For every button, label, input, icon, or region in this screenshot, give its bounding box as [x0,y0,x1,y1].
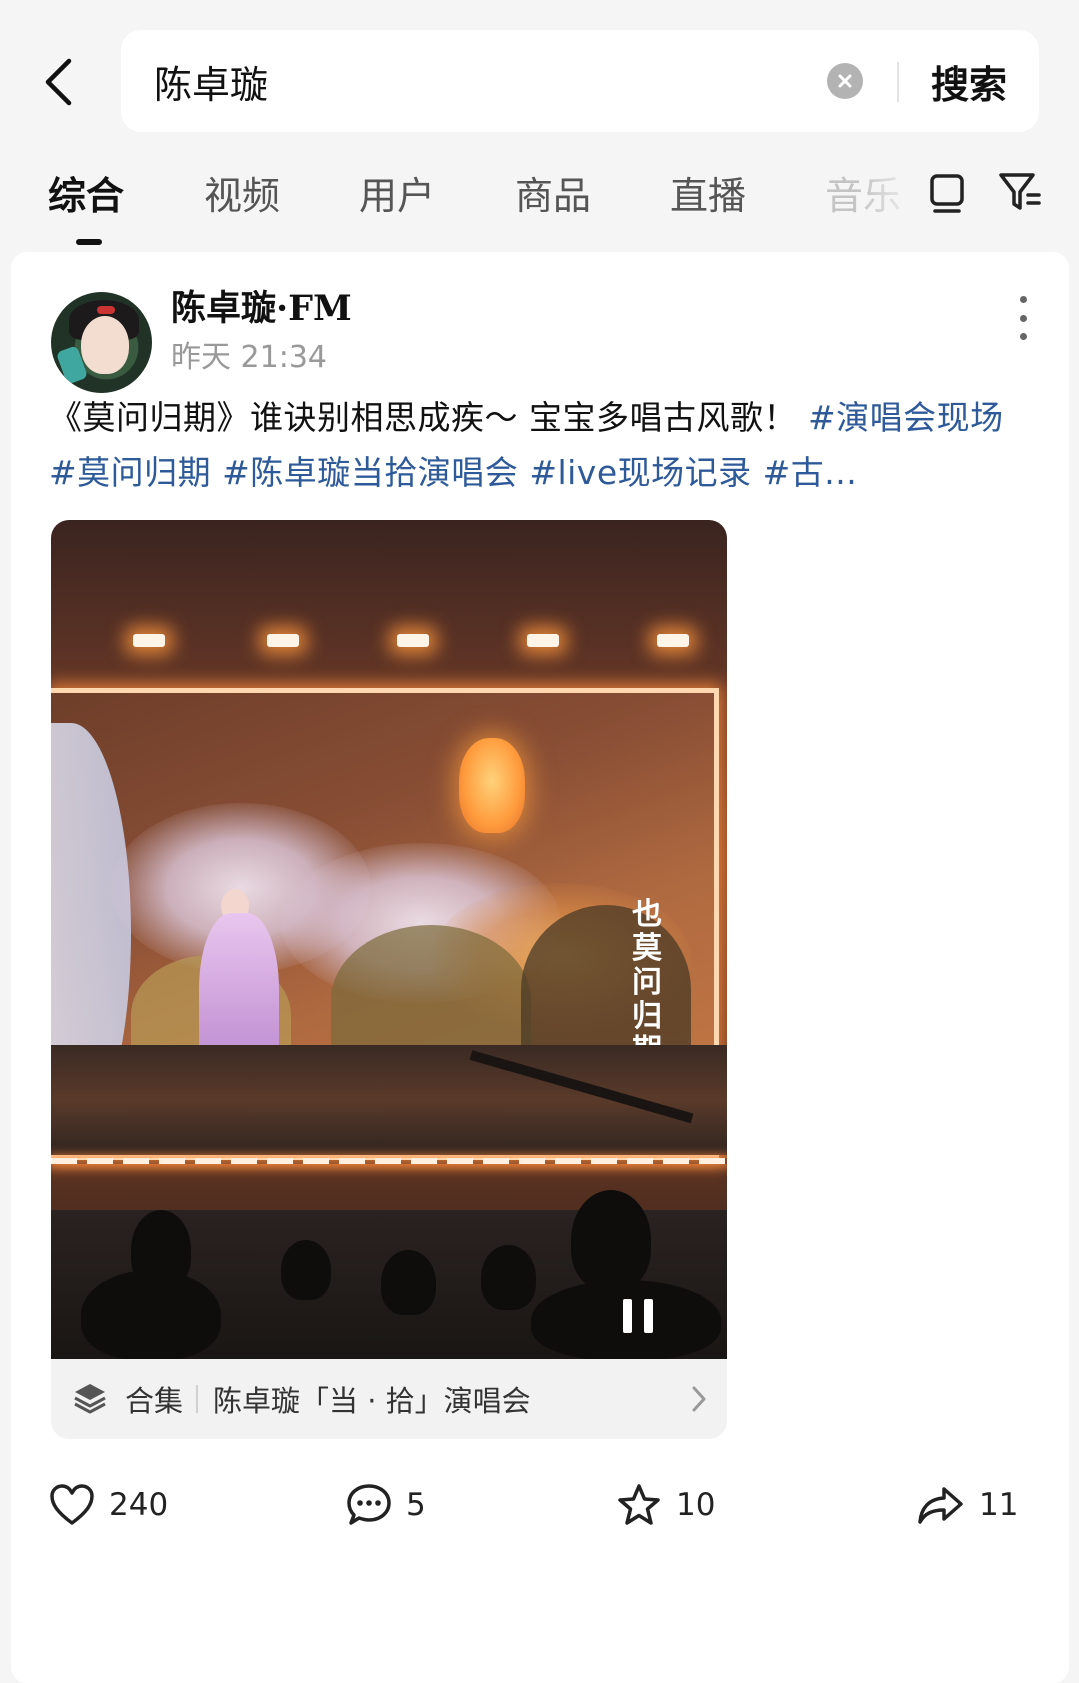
post-caption[interactable]: 《莫问归期》谁诀别相思成疾～ 宝宝多唱古风歌！ #演唱会现场 #莫问归期 #陈卓… [49,390,1029,500]
share-icon [918,1487,963,1524]
search-divider [897,62,899,102]
search-input[interactable]: 陈卓璇 [154,54,268,109]
stack-layers-icon [74,1384,106,1414]
filter-button[interactable] [998,170,1042,218]
tab-comprehensive[interactable]: 综合 [48,165,124,220]
hashtag-song[interactable]: #莫问归期 [49,453,211,492]
audience-head [281,1240,331,1300]
heart-icon [50,1484,94,1525]
stage-light-strip [51,1158,727,1164]
stage-light [397,634,429,647]
search-button[interactable]: 搜索 [931,54,1007,109]
chevron-left-icon [45,58,72,106]
hashtag-concert-live[interactable]: #演唱会现场 [808,398,1004,437]
stage-light [657,634,689,647]
stage-light [527,634,559,647]
stage-light [133,634,165,647]
tab-fade-overlay [860,165,920,225]
audience-head [81,1270,221,1359]
video-player[interactable]: 也莫问归期 [51,520,727,1359]
caption-text: 《莫问归期》谁诀别相思成疾～ 宝宝多唱古风歌！ [49,398,808,437]
post-timestamp: 昨天 21:34 [171,340,327,375]
post-username[interactable]: 陈卓璇·FM [171,280,352,331]
post-actions: 240 5 10 11 [11,1470,1069,1540]
pause-icon [623,1299,632,1333]
more-vertical-icon [1019,296,1027,303]
share-button[interactable]: 11 [917,1470,1018,1540]
clear-circle-icon [838,74,852,88]
back-button[interactable] [36,52,80,112]
layout-toggle-button[interactable] [928,170,966,218]
more-options-button[interactable] [1017,296,1029,340]
hashtag-concert[interactable]: #陈卓璇当拾演唱会 [222,453,518,492]
hashtag-truncated[interactable]: #古... [763,453,858,492]
chevron-right-icon [692,1386,706,1412]
search-result-tabs: 综合 视频 用户 商品 直播 音乐 [0,165,1079,245]
collection-label: 合集 [125,1384,184,1418]
video-overlay-lyric: 也莫问归期 [632,897,662,1068]
post-card[interactable]: 陈卓璇·FM 昨天 21:34 《莫问归期》谁诀别相思成疾～ 宝宝多唱古风歌！ … [11,252,1069,1683]
comment-button[interactable]: 5 [346,1470,426,1540]
sky-lantern [459,738,525,833]
collection-link[interactable]: 合集 陈卓璇「当 · 拾」演唱会 [51,1359,727,1439]
audience-head [571,1190,651,1290]
layout-toggle-icon [930,174,964,213]
comment-count: 5 [406,1487,426,1523]
share-count: 11 [979,1487,1019,1523]
tab-videos[interactable]: 视频 [204,165,280,220]
collection-divider [196,1385,198,1413]
filter-icon [999,173,1041,210]
tab-live[interactable]: 直播 [670,165,746,220]
comment-icon [347,1484,391,1525]
audience [51,1190,727,1359]
star-icon [618,1484,660,1525]
like-button[interactable]: 240 [49,1470,168,1540]
collection-title: 陈卓璇「当 · 拾」演唱会 [213,1384,531,1418]
audience-head [381,1250,436,1315]
search-bar: 陈卓璇 搜索 [121,30,1039,132]
active-tab-indicator [76,239,102,245]
audience-head [481,1245,536,1310]
clear-search-button[interactable] [827,63,863,99]
tab-users[interactable]: 用户 [359,165,435,220]
avatar-face [81,316,129,374]
avatar-ornament [97,306,115,314]
hashtag-live-record[interactable]: #live现场记录 [529,453,751,492]
favorite-button[interactable]: 10 [616,1470,715,1540]
favorite-count: 10 [676,1487,716,1523]
stage-light [267,634,299,647]
tab-products[interactable]: 商品 [515,165,591,220]
avatar[interactable] [51,292,152,393]
pause-button[interactable] [623,1299,653,1333]
like-count: 240 [109,1487,169,1523]
